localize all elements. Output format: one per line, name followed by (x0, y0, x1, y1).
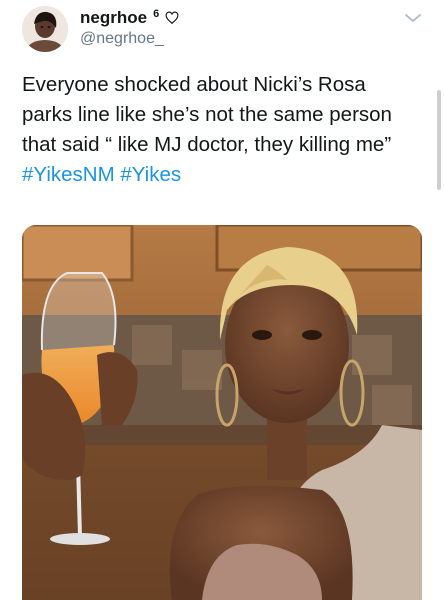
tweet-line: that said “ like MJ doctor, they killing… (22, 133, 392, 156)
badge-number: 6 (153, 8, 160, 20)
chevron-down-icon[interactable] (404, 12, 422, 24)
photo-illustration (22, 225, 422, 600)
tweet-photo[interactable] (22, 225, 422, 600)
scrollbar[interactable] (437, 90, 441, 190)
avatar[interactable] (22, 6, 68, 52)
heart-icon (165, 11, 179, 25)
name-row: negrhoe 6 (80, 8, 179, 28)
tweet-text: Everyone shocked about Nicki’s Rosa park… (22, 70, 432, 190)
hashtag-link[interactable]: #Yikes (120, 163, 181, 186)
user-handle[interactable]: @negrhoe_ (80, 30, 164, 48)
tweet-line: parks line like she’s not the same perso… (22, 103, 392, 126)
tweet-line: Everyone shocked about Nicki’s Rosa (22, 73, 366, 96)
tweet-card: negrhoe 6 @negrhoe_ Everyone shocked abo… (0, 0, 444, 600)
hashtag-link[interactable]: #YikesNM (22, 163, 115, 186)
display-name[interactable]: negrhoe (80, 8, 147, 28)
hashtag-row: #YikesNM #Yikes (22, 160, 432, 190)
